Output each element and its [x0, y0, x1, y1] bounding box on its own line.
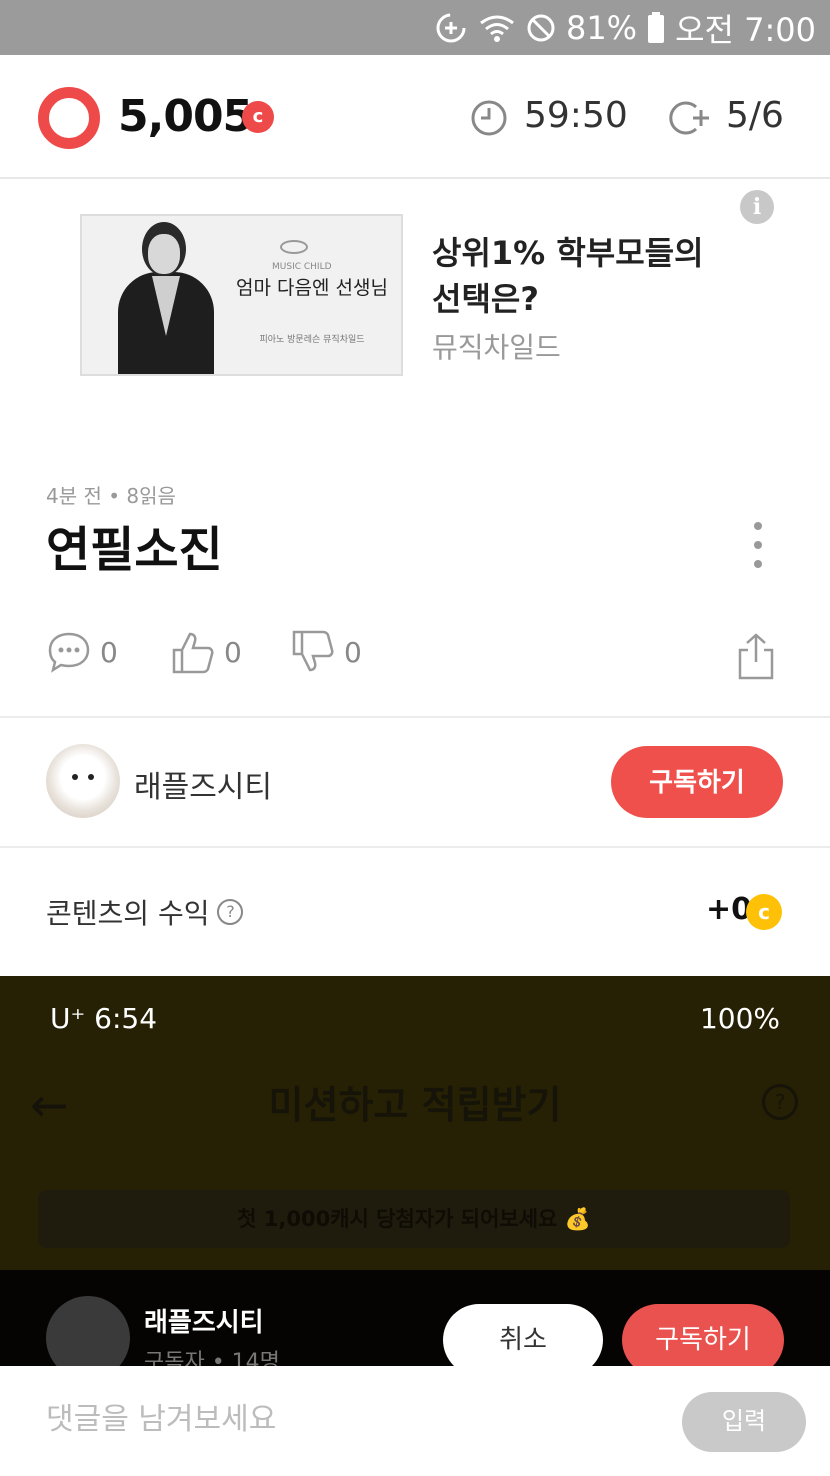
embedded-subscribe-button: 구독하기 — [622, 1304, 784, 1366]
coin-plus-icon — [668, 99, 712, 141]
more-options-icon[interactable] — [748, 522, 768, 568]
like-count: 0 — [224, 635, 242, 669]
subscribe-button[interactable]: 구독하기 — [611, 746, 783, 818]
ad-image-brand: MUSIC CHILD — [272, 262, 332, 272]
music-child-logo-icon — [280, 240, 308, 254]
divider — [0, 716, 830, 718]
status-bar: 81% 오전 7:00 — [0, 0, 830, 55]
help-icon[interactable]: ? — [217, 899, 244, 925]
author-avatar[interactable] — [46, 744, 120, 818]
thumbs-down-icon — [292, 630, 334, 672]
like-button[interactable]: 0 — [170, 630, 242, 674]
comment-count: 0 — [100, 635, 118, 669]
dislike-count: 0 — [344, 635, 362, 669]
comment-input[interactable] — [46, 1402, 646, 1437]
coin-icon: c — [242, 101, 274, 133]
embedded-help-icon: ? — [762, 1084, 798, 1120]
ad-image-subtext: 피아노 방문레슨 뮤직차일드 — [259, 335, 365, 345]
embedded-title: 미션하고 적립받기 — [268, 1083, 562, 1127]
comment-bar: 입력 — [0, 1366, 830, 1476]
share-icon[interactable] — [736, 632, 776, 684]
embedded-status-bar: U⁺ 6:54 100% — [50, 1002, 780, 1035]
comment-icon — [48, 632, 90, 673]
embedded-popup-subtitle: 구독자 • 14명 — [144, 1350, 280, 1366]
thumbs-up-icon — [172, 632, 214, 674]
clock: 오전 7:00 — [675, 10, 816, 49]
ad-title[interactable]: 상위1% 학부모들의 선택은? — [432, 230, 732, 322]
points-balance: 5,005 — [118, 91, 253, 142]
ad-advertiser[interactable]: 뮤직차일드 — [432, 326, 561, 366]
ad-image-slogan: 엄마 다음엔 선생님 — [236, 277, 388, 299]
divider — [0, 846, 830, 848]
embedded-popup-name: 래플즈시티 — [144, 1308, 264, 1338]
top-header: 5,005 c 59:50 5/6 — [0, 55, 830, 179]
clock-icon — [470, 99, 508, 141]
author-name[interactable]: 래플즈시티 — [134, 762, 272, 806]
coin-icon: c — [746, 894, 782, 930]
embedded-screenshot: U⁺ 6:54 100% ← 미션하고 적립받기 ? 첫 1,000캐시 당첨자… — [0, 976, 830, 1366]
comment-button[interactable]: 0 — [46, 630, 118, 674]
revenue-label: 콘텐츠의 수익 — [46, 897, 210, 930]
do-not-disturb-icon — [526, 13, 556, 43]
ad-person-face — [148, 234, 180, 274]
data-saver-icon — [434, 11, 468, 45]
dislike-button[interactable]: 0 — [290, 630, 362, 674]
post-title: 연필소진 — [46, 522, 223, 578]
progress-ring-icon[interactable] — [38, 87, 100, 149]
countdown-timer: 59:50 — [524, 95, 628, 136]
embedded-banner: 첫 1,000캐시 당첨자가 되어보세요 💰 — [38, 1190, 790, 1248]
content-revenue: 콘텐츠의 수익 ? — [46, 892, 244, 932]
wifi-icon — [478, 13, 516, 43]
post-meta: 4분 전 • 8읽음 — [46, 484, 176, 508]
embedded-cancel-button: 취소 — [443, 1304, 603, 1366]
battery-percent: 81% — [565, 8, 638, 47]
mission-count: 5/6 — [726, 95, 784, 136]
ad-image[interactable]: MUSIC CHILD 엄마 다음엔 선생님 피아노 방문레슨 뮤직차일드 — [80, 214, 403, 376]
battery-icon — [647, 11, 665, 44]
comment-submit-button[interactable]: 입력 — [682, 1392, 806, 1452]
embedded-battery: 100% — [699, 1002, 780, 1035]
ad-info-icon[interactable]: i — [740, 190, 774, 224]
embedded-carrier-time: U⁺ 6:54 — [50, 1002, 158, 1035]
